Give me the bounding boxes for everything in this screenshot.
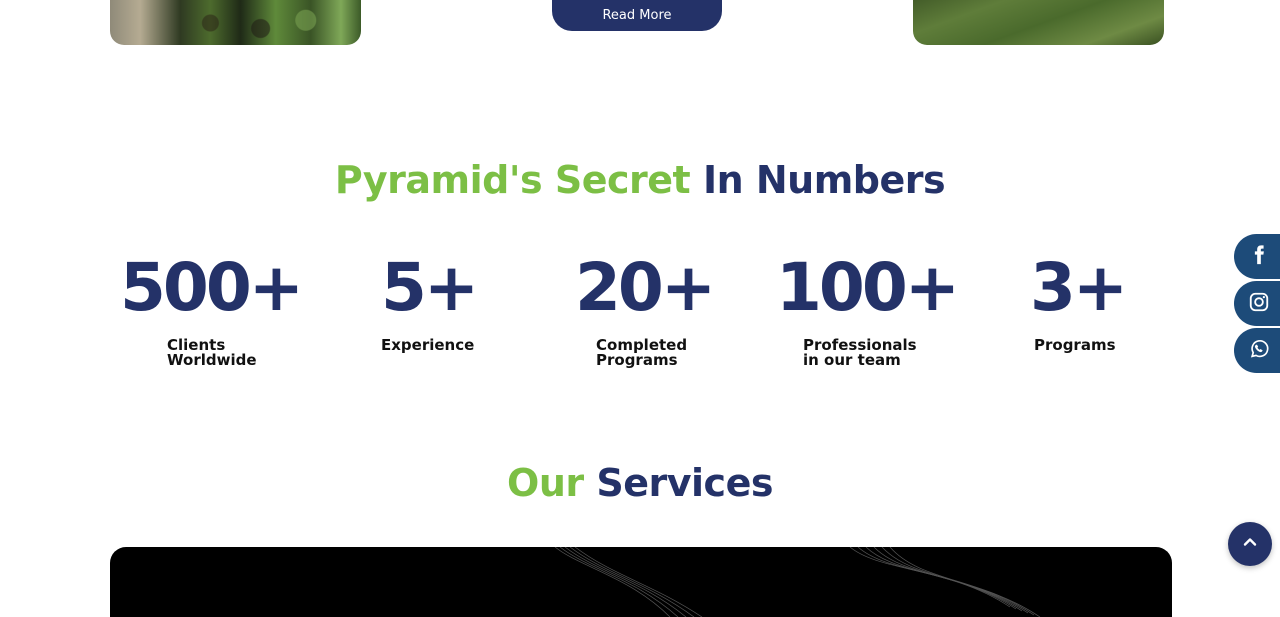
stat-label: Experience: [381, 336, 475, 354]
stat-programs: 3+ Programs: [1030, 249, 1128, 354]
scroll-to-top-button[interactable]: [1228, 522, 1272, 566]
stat-label: Programs: [1034, 336, 1116, 354]
stat-value: 3+: [1030, 249, 1128, 326]
numbers-title-highlight: Pyramid's Secret: [334, 158, 691, 202]
numbers-section-title: Pyramid's Secret In Numbers: [0, 158, 1280, 202]
services-section-title: Our Services: [0, 461, 1280, 505]
facebook-button[interactable]: [1234, 234, 1280, 279]
whatsapp-icon: [1248, 338, 1270, 364]
stat-label: Professionals in our team: [803, 336, 917, 369]
stat-experience: 5+ Experience: [381, 249, 479, 354]
stat-clients: 500+ Clients Worldwide: [120, 249, 304, 369]
instagram-icon: [1248, 291, 1270, 317]
services-title-rest: Services: [596, 461, 773, 505]
numbers-title-rest: In Numbers: [702, 158, 946, 202]
chevron-up-icon: [1242, 534, 1258, 554]
facebook-icon: [1248, 244, 1270, 270]
stat-value: 5+: [381, 249, 479, 326]
services-title-highlight: Our: [507, 461, 584, 505]
whatsapp-button[interactable]: [1234, 328, 1280, 373]
stat-value: 20+: [575, 249, 716, 326]
plants-image: [110, 0, 361, 45]
grass-image: [913, 0, 1164, 45]
services-banner: [110, 547, 1172, 617]
instagram-button[interactable]: [1234, 281, 1280, 326]
stat-label: Completed Programs: [596, 336, 688, 369]
stat-professionals: 100+ Professionals in our team: [776, 249, 960, 369]
read-more-button[interactable]: Read More: [552, 0, 722, 31]
stat-label: Clients Worldwide: [167, 336, 257, 369]
stat-completed-programs: 20+ Completed Programs: [575, 249, 716, 369]
stat-value: 100+: [776, 249, 960, 326]
wave-lines-decoration: [554, 547, 1041, 617]
stat-value: 500+: [120, 249, 304, 326]
